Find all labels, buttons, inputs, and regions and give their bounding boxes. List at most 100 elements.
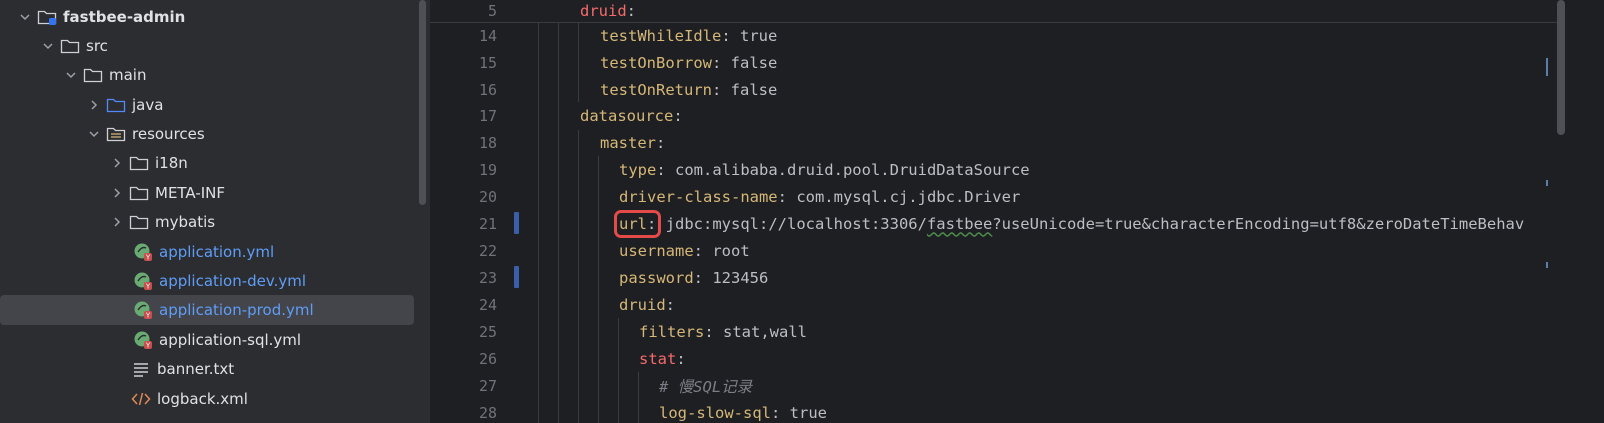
code-editor[interactable]: 5 druid: 14 testWhileIdle: true 15 testO… xyxy=(430,0,1604,423)
sticky-scope-header[interactable]: 5 druid: xyxy=(430,0,1604,23)
tree-item-logback-xml[interactable]: logback.xml xyxy=(0,384,414,414)
line-number: 19 xyxy=(478,160,497,179)
tree-item-application-prod-yml[interactable]: Y application-prod.yml xyxy=(0,295,414,325)
yaml-key: password xyxy=(619,268,694,287)
chevron-down-icon[interactable] xyxy=(40,38,56,54)
line-number: 16 xyxy=(478,80,497,99)
chevron-right-icon[interactable] xyxy=(109,155,125,171)
tree-item-meta-inf[interactable]: META-INF xyxy=(0,178,414,208)
yaml-key: username xyxy=(619,241,694,260)
yaml-value: false xyxy=(730,80,778,99)
yaml-key: type xyxy=(619,160,657,179)
yaml-value: 123456 xyxy=(712,268,769,287)
folder-icon xyxy=(129,213,149,231)
spring-leaf-icon: Y xyxy=(133,243,153,262)
yaml-value: false xyxy=(730,53,778,72)
svg-text:Y: Y xyxy=(145,342,151,350)
svg-text:Y: Y xyxy=(145,283,151,291)
tree-item-src[interactable]: src xyxy=(0,31,414,61)
yaml-value: com.alibaba.druid.pool.DruidDataSource xyxy=(675,160,1030,179)
vcs-change-marker[interactable] xyxy=(514,266,519,288)
editor-scrollbar[interactable] xyxy=(1557,0,1565,135)
yaml-value: true xyxy=(789,403,827,422)
module-folder-icon xyxy=(37,8,57,26)
tree-item-label: i18n xyxy=(155,154,188,172)
tree-item-fastbee-admin[interactable]: fastbee-admin xyxy=(0,2,414,32)
tree-item-i18n[interactable]: i18n xyxy=(0,148,414,178)
tree-item-application-sql-yml[interactable]: Y application-sql.yml xyxy=(0,325,414,355)
chevron-down-icon[interactable] xyxy=(86,126,102,142)
code-line[interactable]: 18 master: xyxy=(430,129,1604,156)
yaml-key: datasource xyxy=(580,106,674,125)
tree-item-main[interactable]: main xyxy=(0,60,414,90)
code-line[interactable]: 27 # 慢SQL记录 xyxy=(430,372,1604,399)
error-stripe-mark[interactable] xyxy=(1546,180,1548,186)
yaml-key: master xyxy=(600,133,656,152)
yaml-key: druid xyxy=(580,1,627,20)
line-number: 23 xyxy=(478,268,497,287)
tree-item-label: mybatis xyxy=(155,213,216,231)
error-stripe-mark[interactable] xyxy=(1546,58,1548,76)
code-line[interactable]: 25 filters: stat,wall xyxy=(430,318,1604,345)
vcs-change-marker[interactable] xyxy=(514,212,519,234)
yaml-colon: : xyxy=(777,187,797,206)
tree-item-resources[interactable]: resources xyxy=(0,119,414,149)
tree-item-application-dev-yml[interactable]: Y application-dev.yml xyxy=(0,266,414,296)
code-line[interactable]: 22 username: root xyxy=(430,237,1604,264)
tree-item-label: logback.xml xyxy=(157,390,248,408)
code-line[interactable]: 20 driver-class-name: com.mysql.cj.jdbc.… xyxy=(430,183,1604,210)
chevron-down-icon[interactable] xyxy=(63,67,79,83)
tree-item-java[interactable]: java xyxy=(0,90,414,120)
yaml-key: testOnBorrow xyxy=(600,53,712,72)
line-number: 24 xyxy=(478,295,497,314)
tree-item-label: META-INF xyxy=(155,184,226,202)
line-number: 18 xyxy=(478,133,497,152)
yaml-colon: : xyxy=(693,241,713,260)
yaml-colon: : xyxy=(693,268,713,287)
tree-scrollbar[interactable] xyxy=(419,0,426,205)
code-line[interactable]: 26 stat: xyxy=(430,345,1604,372)
line-number: 5 xyxy=(487,1,497,20)
line-number: 20 xyxy=(478,187,497,206)
code-line[interactable]: 17 datasource: xyxy=(430,102,1604,129)
yaml-value: ?useUnicode=true&characterEncoding=utf8&… xyxy=(992,214,1525,233)
code-line[interactable]: 23 password: 123456 xyxy=(430,264,1604,291)
chevron-right-icon[interactable] xyxy=(86,97,102,113)
code-line[interactable]: 28 log-slow-sql: true xyxy=(430,399,1604,423)
yaml-value: stat,wall xyxy=(723,322,807,341)
code-line[interactable]: 24 druid: xyxy=(430,291,1604,318)
line-number: 25 xyxy=(478,322,497,341)
yaml-key: log-slow-sql xyxy=(659,403,771,422)
editor-right-margin xyxy=(1565,0,1604,423)
yaml-colon: : xyxy=(721,26,740,45)
error-stripe-mark[interactable] xyxy=(1546,262,1548,268)
code-line[interactable]: 15 testOnBorrow: false xyxy=(430,49,1604,76)
yaml-colon: : xyxy=(770,403,790,422)
line-number: 21 xyxy=(478,214,497,233)
yaml-value: jdbc:mysql://localhost:3306/ xyxy=(656,214,927,233)
yaml-colon: : xyxy=(704,322,723,341)
source-folder-icon xyxy=(106,96,126,114)
code-line[interactable]: 14 testWhileIdle: true xyxy=(430,22,1604,49)
line-number: 14 xyxy=(478,26,497,45)
tree-item-mybatis[interactable]: mybatis xyxy=(0,207,414,237)
yaml-colon: : xyxy=(673,106,683,125)
code-line[interactable]: 16 testOnReturn: false xyxy=(430,76,1604,103)
tree-item-banner-txt[interactable]: banner.txt xyxy=(0,354,414,384)
folder-icon xyxy=(129,154,149,172)
chevron-right-icon[interactable] xyxy=(109,214,125,230)
code-line[interactable]: 19 type: com.alibaba.druid.pool.DruidDat… xyxy=(430,156,1604,183)
line-number: 28 xyxy=(478,403,497,422)
svg-text:Y: Y xyxy=(145,254,151,262)
yaml-colon: : xyxy=(711,53,731,72)
code-line[interactable]: 21 url: jdbc:mysql://localhost:3306/fast… xyxy=(430,209,1604,238)
svg-text:Y: Y xyxy=(145,312,151,320)
url-key-highlight-box: url: xyxy=(613,209,662,238)
tree-item-label: fastbee-admin xyxy=(63,8,186,26)
spring-leaf-icon: Y xyxy=(133,272,153,291)
tree-item-application-yml[interactable]: Y application.yml xyxy=(0,237,414,267)
chevron-right-icon[interactable] xyxy=(109,185,125,201)
folder-icon xyxy=(60,37,80,55)
tree-item-label: java xyxy=(132,96,164,114)
chevron-down-icon[interactable] xyxy=(17,9,33,25)
